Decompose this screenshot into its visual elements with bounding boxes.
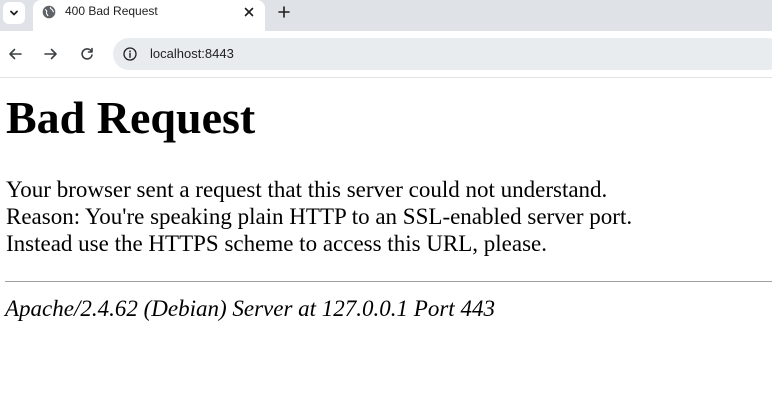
active-tab[interactable]: 400 Bad Request xyxy=(33,0,265,31)
tab-search-button[interactable] xyxy=(3,2,25,24)
chevron-down-icon xyxy=(10,10,18,16)
error-message: Your browser sent a request that this se… xyxy=(6,176,632,257)
arrow-left-icon xyxy=(9,48,22,60)
new-tab-button[interactable] xyxy=(273,1,295,23)
back-button[interactable] xyxy=(3,42,27,66)
globe-icon xyxy=(42,5,56,19)
close-icon xyxy=(244,7,254,17)
page-content: Bad Request Your browser sent a request … xyxy=(0,78,772,414)
tab-title: 400 Bad Request xyxy=(65,4,158,18)
reload-icon xyxy=(81,47,93,60)
server-signature: Apache/2.4.62 (Debian) Server at 127.0.0… xyxy=(5,296,495,321)
page-title: Bad Request xyxy=(6,92,256,143)
forward-button[interactable] xyxy=(39,42,63,66)
message-line: Reason: You're speaking plain HTTP to an… xyxy=(6,204,633,229)
address-bar-url[interactable]: localhost:8443 xyxy=(150,46,234,61)
tab-close-button[interactable] xyxy=(240,3,258,21)
browser-toolbar: localhost:8443 xyxy=(0,31,772,78)
message-line: Your browser sent a request that this se… xyxy=(6,177,608,202)
message-line: Instead use the HTTPS scheme to access t… xyxy=(6,231,548,256)
info-icon xyxy=(123,47,137,61)
arrow-right-icon xyxy=(44,48,57,60)
reload-button[interactable] xyxy=(75,42,99,66)
site-info-button[interactable] xyxy=(122,46,138,62)
tab-strip: 400 Bad Request xyxy=(0,0,772,31)
divider xyxy=(5,281,772,282)
address-bar[interactable]: localhost:8443 xyxy=(113,38,772,70)
plus-icon xyxy=(278,6,290,18)
